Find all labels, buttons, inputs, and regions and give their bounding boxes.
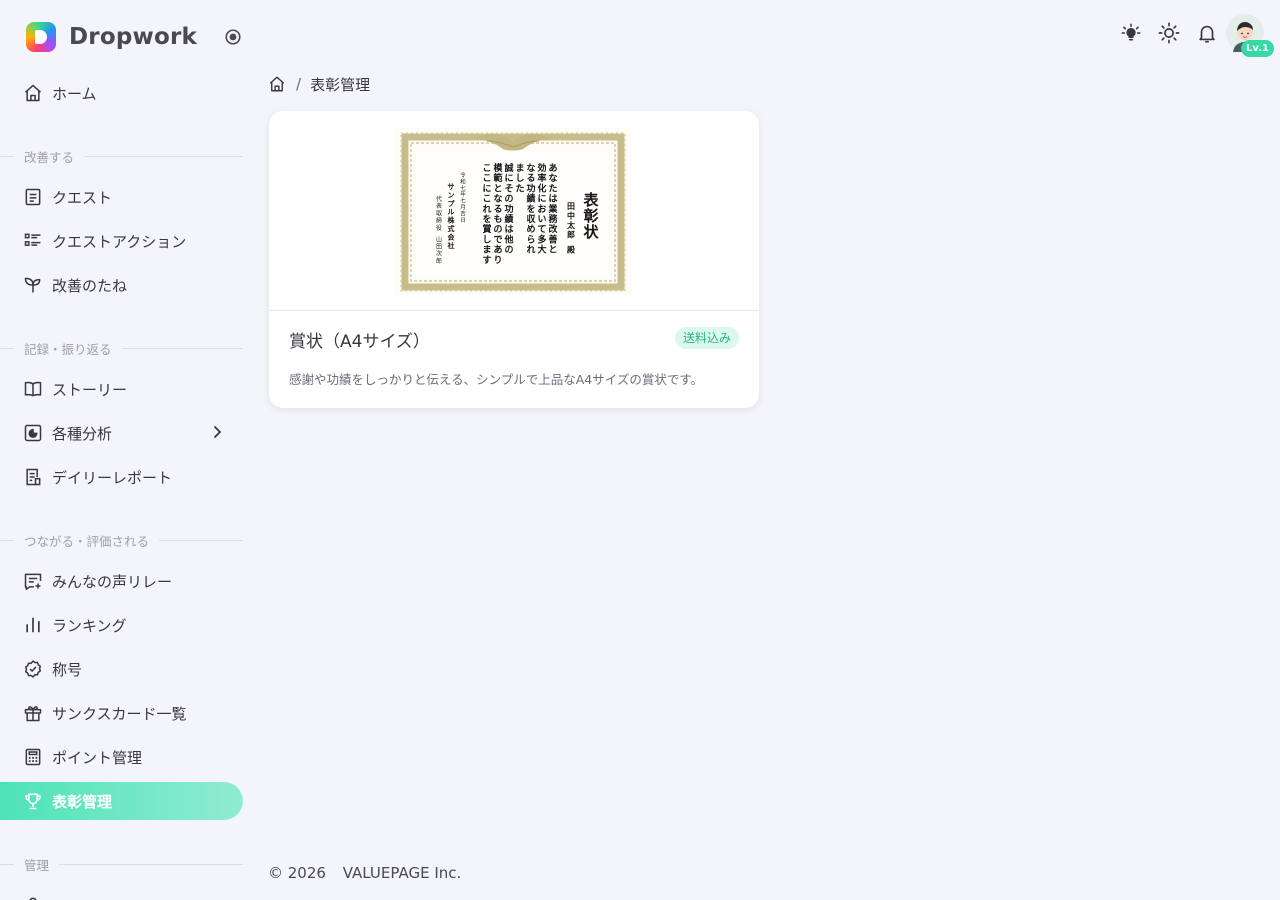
user-icon — [22, 894, 44, 900]
sidebar-item-thanks-cards[interactable]: サンクスカード一覧 — [0, 694, 243, 732]
sidebar-pin-radio-icon[interactable] — [224, 28, 242, 46]
certificate-company: サンプル株式会社 — [447, 182, 456, 250]
sidebar-item-label: ポイント管理 — [52, 748, 143, 767]
theme-sun-icon[interactable] — [1158, 22, 1180, 44]
certificate-heading: 表彰状 — [583, 191, 599, 241]
brand[interactable]: Dropwork — [26, 22, 197, 52]
footer-copyright: © 2026 — [268, 864, 326, 882]
rosette-check-icon — [22, 658, 44, 680]
shipping-included-chip: 送料込み — [674, 327, 739, 349]
home-icon[interactable] — [268, 75, 286, 93]
certificate-body-line: 効率化において多大 — [537, 162, 546, 256]
chart-pie-icon — [22, 422, 44, 444]
sidebar-item-label: ストーリー — [52, 380, 128, 399]
sidebar-item-daily-report[interactable]: デイリーレポート — [0, 458, 243, 496]
sidebar-item-label: ランキング — [52, 616, 127, 635]
section-label: 改善する — [24, 149, 75, 165]
sidebar-item-analysis[interactable]: 各種分析 — [0, 414, 243, 452]
sidebar-item-awards[interactable]: 表彰管理 — [0, 782, 243, 820]
section-divider-connect: つながる・評価される — [0, 532, 243, 549]
certificate-body-line: 模範となるものであり — [493, 162, 503, 266]
certificate-body-line: あなたは業務改善と — [547, 163, 558, 256]
certificate-recipient: 田中太郎殿 — [566, 201, 576, 255]
certificate-image: 表彰状田中太郎殿あなたは業務改善と効率化において多大なる功績を収められました誠に… — [395, 127, 631, 295]
sidebar-item-home[interactable]: ホーム — [0, 74, 243, 112]
sidebar-item-voice-relay[interactable]: みんなの声リレー — [0, 562, 243, 600]
section-label: つながる・評価される — [24, 533, 150, 549]
bar-chart-icon — [22, 614, 44, 636]
sidebar-item-ranking[interactable]: ランキング — [0, 606, 243, 644]
certificate-body-line: なる功績を収められ — [526, 163, 536, 256]
trophy-icon — [22, 790, 44, 812]
sidebar-item-label: クエストアクション — [52, 232, 187, 251]
sidebar-item-partial[interactable] — [0, 886, 243, 900]
certificate-body-line: 誠にその功績は他の — [503, 162, 513, 256]
seedling-icon — [22, 274, 44, 296]
footer-company: VALUEPAGE Inc. — [342, 864, 462, 882]
certificate-signer: 代表取締役山田次郎 — [436, 195, 442, 265]
sidebar-item-quest-action[interactable]: クエストアクション — [0, 222, 243, 260]
product-card[interactable]: 表彰状 田中太郎殿 あなたは業務改善と 効率化において多大 なる功績を収められ ました 誠に… — [269, 111, 759, 408]
sidebar: Dropwork ホーム 改善する クエスト クエストアクション 改善のたね 記… — [0, 0, 260, 900]
section-label: 記録・振り返る — [24, 341, 112, 357]
sidebar-item-points[interactable]: ポイント管理 — [0, 738, 243, 776]
breadcrumb: / 表彰管理 — [268, 74, 370, 94]
notification-bell-icon[interactable] — [1196, 22, 1218, 44]
sidebar-item-label: みんなの声リレー — [52, 572, 173, 591]
card-title: 賞状（A4サイズ） — [289, 332, 430, 352]
sidebar-item-label: 称号 — [52, 660, 83, 679]
sidebar-item-story[interactable]: ストーリー — [0, 370, 243, 408]
sidebar-item-label: 改善のたね — [52, 276, 128, 295]
dropwork-logo — [26, 22, 56, 52]
report-icon — [22, 466, 44, 488]
footer: © 2026 VALUEPAGE Inc. — [268, 864, 461, 882]
brand-name: Dropwork — [69, 24, 197, 50]
level-badge: Lv.1 — [1241, 40, 1274, 57]
certificate-body-line: ました — [515, 163, 524, 194]
chevron-right-icon — [214, 426, 222, 438]
home-icon — [22, 82, 44, 104]
sidebar-item-label: 各種分析 — [52, 424, 113, 443]
section-divider-improve: 改善する — [0, 148, 243, 165]
card-media: 表彰状 田中太郎殿 あなたは業務改善と 効率化において多大 なる功績を収められ ました 誠に… — [269, 111, 759, 311]
gift-icon — [22, 702, 44, 724]
card-description: 感謝や功績をしっかりと伝える、シンプルで上品なA4サイズの賞状です。 — [289, 372, 704, 387]
document-icon — [22, 186, 44, 208]
section-divider-admin: 管理 — [0, 856, 243, 873]
section-label: 管理 — [24, 857, 50, 873]
book-open-icon — [22, 378, 44, 400]
list-details-icon — [22, 230, 44, 252]
sidebar-item-label: クエスト — [52, 188, 113, 207]
certificate-body-line: ここにこれを賞します — [482, 163, 491, 266]
breadcrumb-current: 表彰管理 — [310, 75, 371, 94]
sidebar-item-quest[interactable]: クエスト — [0, 178, 243, 216]
sidebar-item-label: デイリーレポート — [52, 468, 173, 487]
sidebar-item-label: ホーム — [52, 84, 97, 103]
sidebar-item-title[interactable]: 称号 — [0, 650, 243, 688]
sidebar-item-label: サンクスカード一覧 — [52, 704, 187, 723]
breadcrumb-separator: / — [296, 75, 302, 93]
sidebar-item-label: 表彰管理 — [52, 792, 113, 811]
section-divider-record: 記録・振り返る — [0, 340, 243, 357]
calculator-icon — [22, 746, 44, 768]
message-plus-icon — [22, 570, 44, 592]
tips-bulb-icon[interactable] — [1120, 22, 1142, 44]
certificate-date: 令和七年七月吉日 — [460, 171, 466, 224]
sidebar-item-seeds[interactable]: 改善のたね — [0, 266, 243, 304]
